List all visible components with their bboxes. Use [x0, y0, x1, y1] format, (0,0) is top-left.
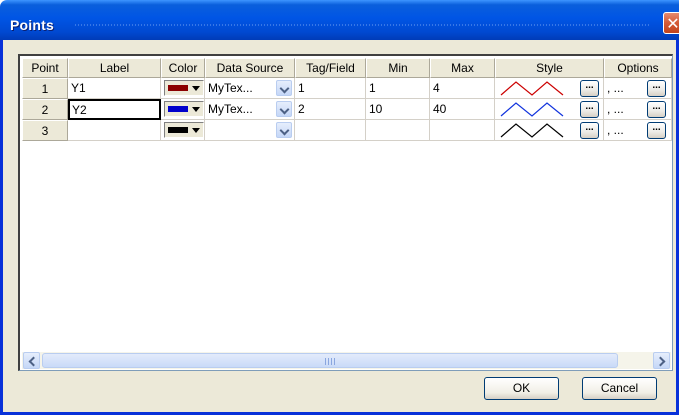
ellipsis-icon[interactable]: ...	[647, 80, 666, 97]
data-source-value: MyTex...	[208, 102, 253, 116]
options-value: , ...	[607, 102, 624, 116]
ellipsis-icon[interactable]: ...	[647, 122, 666, 139]
options-value: , ...	[607, 81, 624, 95]
title-bar[interactable]: Points ✕	[0, 0, 679, 40]
style-cell[interactable]: ...	[495, 120, 604, 141]
data-source-cell[interactable]: MyTex...	[205, 78, 295, 99]
min-cell[interactable]: 10	[366, 99, 430, 120]
line-style-preview	[500, 102, 564, 117]
label-cell[interactable]: Y1	[68, 78, 161, 99]
cancel-button[interactable]: Cancel	[582, 377, 657, 400]
column-header-min[interactable]: Min	[366, 58, 430, 78]
close-icon: ✕	[666, 14, 679, 33]
color-swatch	[168, 106, 188, 112]
chevron-down-icon	[192, 107, 200, 112]
ok-button[interactable]: OK	[484, 377, 559, 400]
column-header-options[interactable]: Options	[604, 58, 672, 78]
points-grid: Point Label Color Data Source Tag/Field …	[18, 54, 673, 371]
label-cell[interactable]: Y2	[68, 99, 161, 120]
options-cell[interactable]: , ......	[604, 120, 672, 141]
style-line	[500, 123, 564, 138]
label-cell[interactable]	[68, 120, 161, 141]
data-source-cell[interactable]: MyTex...	[205, 99, 295, 120]
color-cell[interactable]	[161, 78, 205, 99]
window-title: Points	[10, 17, 54, 33]
close-button[interactable]: ✕	[663, 12, 679, 34]
chevron-down-icon	[192, 86, 200, 91]
chevron-down-icon[interactable]	[276, 122, 292, 138]
row-number[interactable]: 1	[22, 78, 68, 99]
ellipsis-icon[interactable]: ...	[580, 101, 599, 118]
column-header-max[interactable]: Max	[430, 58, 495, 78]
chevron-down-icon[interactable]	[276, 101, 292, 117]
ellipsis-icon[interactable]: ...	[580, 122, 599, 139]
color-swatch	[168, 127, 188, 133]
chevron-down-icon[interactable]	[276, 80, 292, 96]
max-cell[interactable]: 4	[430, 78, 495, 99]
row-number[interactable]: 2	[22, 99, 68, 120]
min-cell[interactable]	[366, 120, 430, 141]
tag-field-cell[interactable]	[295, 120, 366, 141]
max-cell[interactable]: 40	[430, 99, 495, 120]
column-header-label[interactable]: Label	[68, 58, 161, 78]
style-cell[interactable]: ...	[495, 78, 604, 99]
data-source-cell[interactable]	[205, 120, 295, 141]
options-cell[interactable]: , ......	[604, 78, 672, 99]
color-cell[interactable]	[161, 99, 205, 120]
data-source-value: MyTex...	[208, 81, 253, 95]
arrow-right-icon[interactable]	[653, 352, 670, 369]
chevron-down-icon	[192, 128, 200, 133]
tag-field-cell[interactable]: 1	[295, 78, 366, 99]
column-header-tag-field[interactable]: Tag/Field	[295, 58, 366, 78]
color-cell[interactable]	[161, 120, 205, 141]
column-header-data-source[interactable]: Data Source	[205, 58, 295, 78]
line-style-preview	[500, 81, 564, 96]
line-style-preview	[500, 123, 564, 138]
horizontal-scrollbar[interactable]	[22, 352, 671, 369]
min-cell[interactable]: 1	[366, 78, 430, 99]
tag-field-cell[interactable]: 2	[295, 99, 366, 120]
column-header-point[interactable]: Point	[22, 58, 68, 78]
color-picker[interactable]	[164, 80, 204, 96]
scrollbar-thumb[interactable]	[42, 353, 618, 368]
max-cell[interactable]	[430, 120, 495, 141]
color-picker[interactable]	[164, 122, 204, 138]
color-swatch	[168, 85, 188, 91]
options-cell[interactable]: , ......	[604, 99, 672, 120]
column-header-style[interactable]: Style	[495, 58, 604, 78]
arrow-left-icon[interactable]	[23, 352, 40, 369]
row-number[interactable]: 3	[22, 120, 68, 141]
style-line	[500, 102, 564, 117]
column-header-color[interactable]: Color	[161, 58, 205, 78]
style-line	[500, 81, 564, 96]
options-value: , ...	[607, 123, 624, 137]
title-bar-texture	[74, 24, 649, 26]
color-picker[interactable]	[164, 101, 204, 117]
style-cell[interactable]: ...	[495, 99, 604, 120]
scrollbar-grip	[325, 358, 337, 365]
ellipsis-icon[interactable]: ...	[580, 80, 599, 97]
ellipsis-icon[interactable]: ...	[647, 101, 666, 118]
